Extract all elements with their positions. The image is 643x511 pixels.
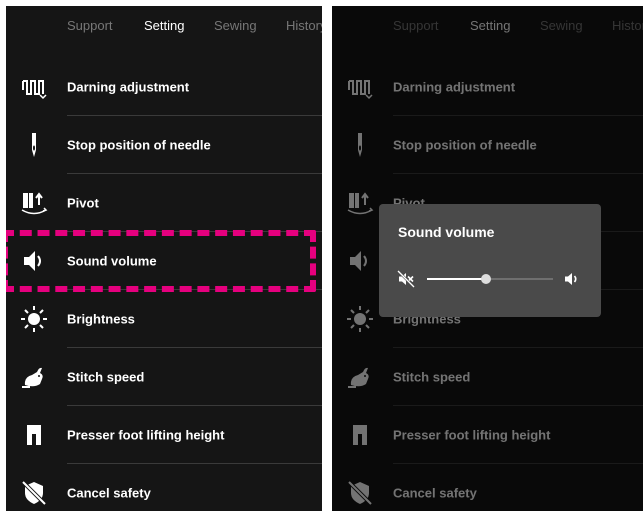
tab-sewing[interactable]: Sewing	[214, 18, 257, 33]
rabbit-icon	[20, 363, 48, 391]
dialog-title: Sound volume	[398, 224, 495, 240]
settings-screen: Support Setting Sewing History Darning a…	[6, 6, 322, 511]
slider-thumb[interactable]	[481, 274, 492, 284]
menu-item-pivot[interactable]: Pivot	[6, 174, 322, 232]
menu-item-presser-foot-lifting-height[interactable]: Presser foot lifting height	[6, 406, 322, 464]
tab-setting[interactable]: Setting	[144, 18, 184, 33]
menu-item-stop-position-of-needle[interactable]: Stop position of needle	[6, 116, 322, 174]
slider-fill	[427, 278, 487, 280]
menu-item-brightness[interactable]: Brightness	[6, 290, 322, 348]
sound-volume-dialog: Sound volume	[379, 204, 601, 317]
sound-volume-highlight	[6, 230, 316, 292]
mute-icon[interactable]	[397, 270, 415, 288]
brightness-icon	[20, 305, 48, 333]
menu-item-cancel-safety[interactable]: Cancel safety	[6, 464, 322, 511]
menu-item-stitch-speed[interactable]: Stitch speed	[6, 348, 322, 406]
presser-foot-icon	[20, 421, 48, 449]
volume-icon[interactable]	[563, 270, 581, 288]
menu-item-label: Stop position of needle	[67, 137, 211, 153]
tab-history[interactable]: History	[286, 18, 322, 33]
menu-item-darning-adjustment[interactable]: Darning adjustment	[6, 58, 322, 116]
settings-screen-with-dialog: Support Setting Sewing History Darning a…	[332, 6, 643, 511]
tab-bar: Support Setting Sewing History	[6, 6, 322, 46]
tab-support[interactable]: Support	[67, 18, 113, 33]
menu-item-label: Pivot	[67, 195, 99, 211]
darning-icon	[20, 73, 48, 101]
needle-icon	[20, 131, 48, 159]
pivot-icon	[20, 189, 48, 217]
menu-item-label: Presser foot lifting height	[67, 427, 225, 443]
cancel-safety-icon	[20, 479, 48, 507]
menu-item-label: Stitch speed	[67, 369, 145, 385]
menu-item-label: Darning adjustment	[67, 79, 190, 95]
menu-item-label: Cancel safety	[67, 485, 151, 501]
volume-slider[interactable]	[427, 274, 553, 284]
menu-item-label: Brightness	[67, 311, 135, 327]
